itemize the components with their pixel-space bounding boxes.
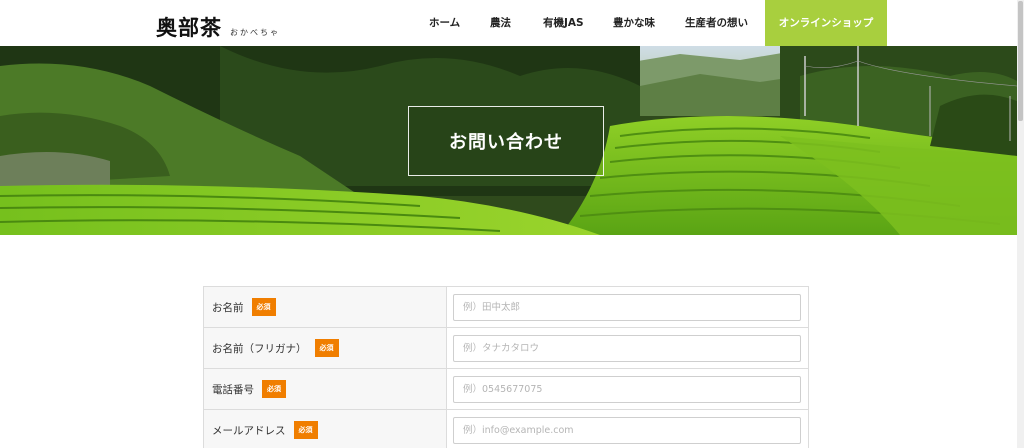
contact-form: お名前 必須 お名前（フリガナ） 必須 電話番号 必須 メールアドレス 必須 bbox=[203, 286, 809, 448]
page-scrollbar[interactable] bbox=[1017, 0, 1024, 448]
name-label: お名前 bbox=[212, 301, 244, 314]
nav-online-shop-button[interactable]: オンラインショップ bbox=[765, 0, 887, 46]
field-label-cell: お名前 必須 bbox=[204, 287, 447, 327]
form-row-email: メールアドレス 必須 bbox=[204, 410, 808, 448]
phone-label: 電話番号 bbox=[212, 383, 254, 396]
nav-farming[interactable]: 農法 bbox=[490, 0, 511, 46]
name-input[interactable] bbox=[453, 293, 801, 321]
nav-organic-jas[interactable]: 有機JAS bbox=[543, 0, 584, 46]
nav-home[interactable]: ホーム bbox=[429, 0, 460, 46]
phone-input[interactable] bbox=[453, 375, 801, 403]
field-input-cell bbox=[447, 328, 808, 368]
required-badge: 必須 bbox=[251, 298, 276, 316]
required-badge: 必須 bbox=[262, 380, 286, 398]
logo-main-text: 奥部茶 bbox=[156, 15, 222, 40]
nav-producer-thoughts[interactable]: 生産者の想い bbox=[685, 0, 748, 46]
email-label: メールアドレス bbox=[212, 424, 286, 437]
field-input-cell bbox=[447, 287, 808, 327]
field-input-cell bbox=[447, 369, 808, 409]
form-row-furigana: お名前（フリガナ） 必須 bbox=[204, 328, 808, 369]
nav-rich-taste[interactable]: 豊かな味 bbox=[613, 0, 655, 46]
email-input[interactable] bbox=[453, 416, 801, 444]
page-title: お問い合わせ bbox=[449, 132, 563, 153]
form-row-name: お名前 必須 bbox=[204, 287, 808, 328]
field-label-cell: メールアドレス 必須 bbox=[204, 410, 447, 448]
logo-sub-text: おかべちゃ bbox=[230, 28, 280, 37]
site-logo[interactable]: 奥部茶 おかべちゃ bbox=[156, 12, 280, 42]
furigana-label: お名前（フリガナ） bbox=[212, 342, 307, 355]
field-input-cell bbox=[447, 410, 808, 448]
hero-title-frame: お問い合わせ bbox=[408, 106, 604, 176]
required-badge: 必須 bbox=[314, 339, 339, 357]
field-label-cell: お名前（フリガナ） 必須 bbox=[204, 328, 447, 368]
field-label-cell: 電話番号 必須 bbox=[204, 369, 447, 409]
scrollbar-thumb[interactable] bbox=[1018, 1, 1023, 121]
site-header: 奥部茶 おかべちゃ ホーム 農法 有機JAS 豊かな味 生産者の想い オンライン… bbox=[0, 0, 1017, 46]
required-badge: 必須 bbox=[293, 421, 318, 439]
form-row-phone: 電話番号 必須 bbox=[204, 369, 808, 410]
hero-banner: お問い合わせ bbox=[0, 46, 1017, 235]
furigana-input[interactable] bbox=[453, 334, 801, 362]
